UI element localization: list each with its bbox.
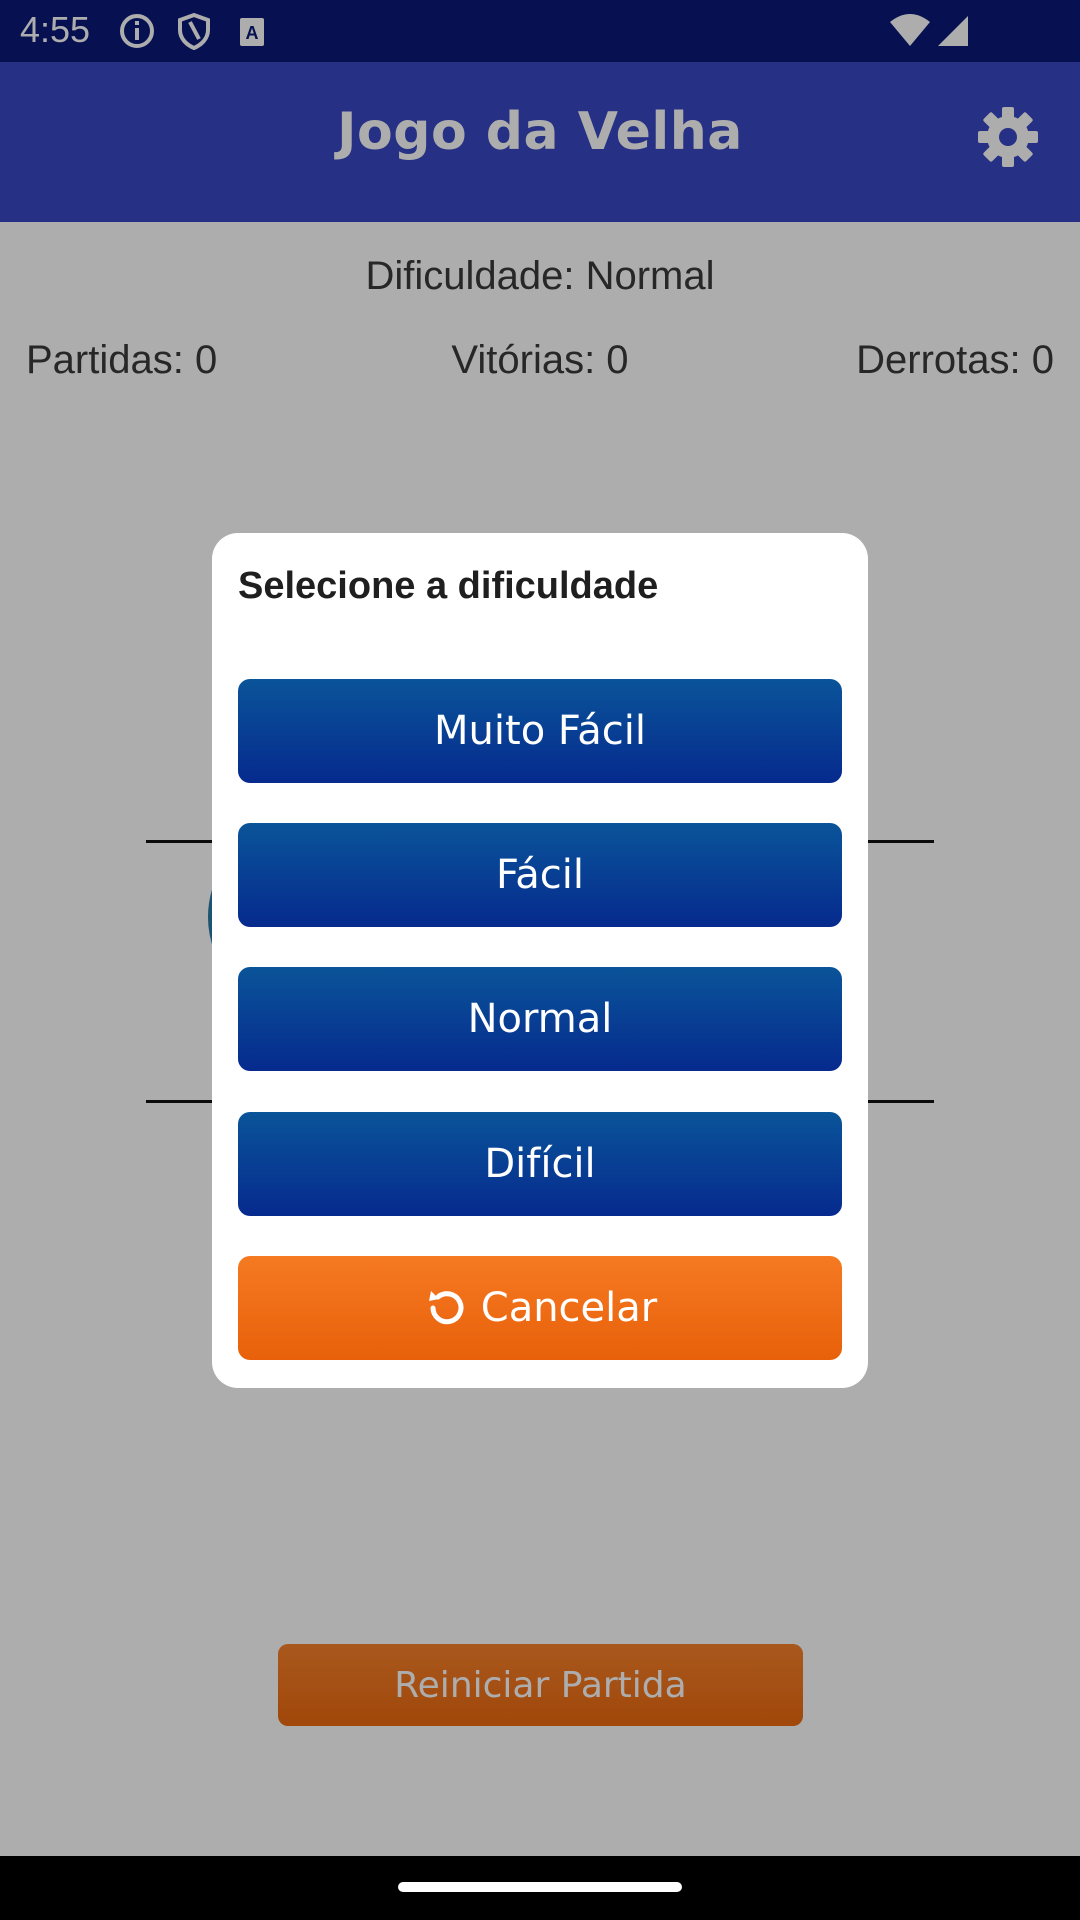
hard-button[interactable]: Difícil <box>238 1112 842 1216</box>
refresh-icon <box>428 1291 464 1325</box>
navigation-bar <box>0 1856 1080 1920</box>
dialog-title: Selecione a dificuldade <box>238 565 659 607</box>
very-easy-button[interactable]: Muito Fácil <box>238 679 842 783</box>
home-handle[interactable] <box>398 1882 682 1892</box>
cancel-button[interactable]: Cancelar <box>238 1256 842 1360</box>
easy-button[interactable]: Fácil <box>238 823 842 927</box>
cancel-label: Cancelar <box>480 1285 658 1331</box>
normal-button[interactable]: Normal <box>238 967 842 1071</box>
difficulty-dialog: Selecione a dificuldade Muito Fácil Fáci… <box>212 533 868 1388</box>
